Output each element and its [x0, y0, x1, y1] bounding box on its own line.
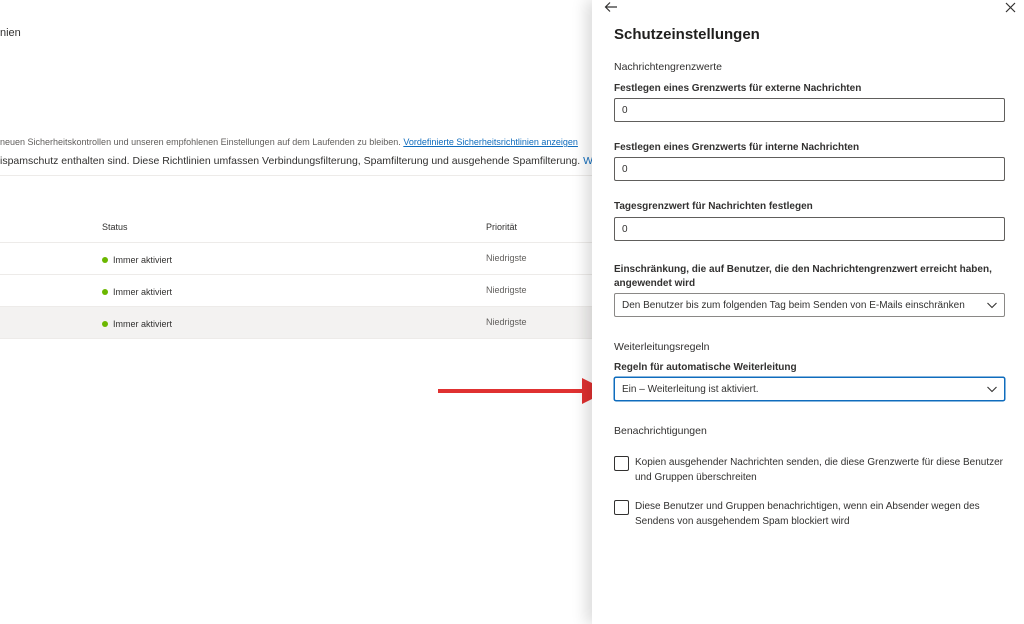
restriction-label: Einschränkung, die auf Benutzer, die den… — [614, 264, 992, 289]
restriction-dropdown[interactable]: Den Benutzer bis zum folgenden Tag beim … — [614, 293, 1005, 317]
restriction-dropdown-value: Den Benutzer bis zum folgenden Tag beim … — [622, 300, 965, 311]
priority-cell: Niedrigste — [486, 285, 527, 295]
column-header-priority[interactable]: Priorität — [486, 222, 517, 232]
notify-blocked-sender-option[interactable]: Diese Benutzer und Gruppen benachrichtig… — [614, 499, 1009, 529]
table-row[interactable]: Immer aktiviert Niedrigste — [0, 307, 592, 339]
table-row[interactable]: Immer aktiviert Niedrigste — [0, 275, 592, 307]
forwarding-label: Regeln für automatische Weiterleitung — [614, 362, 797, 373]
chevron-down-icon — [987, 386, 997, 393]
panel-title: Schutzeinstellungen — [614, 26, 760, 43]
intro-text: neuen Sicherheitskontrollen und unseren … — [0, 137, 578, 147]
external-limit-label: Festlegen eines Grenzwerts für externe N… — [614, 83, 862, 94]
back-button[interactable] — [600, 0, 622, 14]
daily-limit-label: Tagesgrenzwert für Nachrichten festlegen — [614, 201, 813, 212]
external-limit-input[interactable] — [614, 98, 1005, 122]
close-button[interactable] — [1001, 0, 1019, 14]
notify-blocked-sender-label: Diese Benutzer und Gruppen benachrichtig… — [635, 501, 980, 527]
divider — [0, 175, 592, 176]
notify-blocked-sender-checkbox[interactable] — [614, 500, 629, 515]
internal-limit-label: Festlegen eines Grenzwerts für interne N… — [614, 142, 860, 153]
copy-outgoing-messages-label: Kopien ausgehender Nachrichten senden, d… — [635, 457, 1004, 483]
policy-description-body: ispamschutz enthalten sind. Diese Richtl… — [0, 155, 581, 167]
forwarding-dropdown-value: Ein – Weiterleitung ist aktiviert. — [622, 384, 759, 395]
forwarding-dropdown[interactable]: Ein – Weiterleitung ist aktiviert. — [614, 377, 1005, 401]
status-dot-icon — [102, 289, 108, 295]
copy-outgoing-messages-checkbox[interactable] — [614, 456, 629, 471]
section-heading-limits: Nachrichtengrenzwerte — [614, 61, 722, 73]
arrow-left-icon — [604, 2, 617, 12]
internal-limit-input[interactable] — [614, 157, 1005, 181]
status-dot-icon — [102, 321, 108, 327]
status-text: Immer aktiviert — [113, 255, 173, 265]
close-icon — [1005, 2, 1015, 12]
more-link[interactable]: Weit — [583, 155, 592, 167]
intro-text-body: neuen Sicherheitskontrollen und unseren … — [0, 137, 401, 147]
status-text: Immer aktiviert — [113, 319, 173, 329]
protection-settings-panel: Schutzeinstellungen Nachrichtengrenzwert… — [592, 0, 1024, 624]
policy-description: ispamschutz enthalten sind. Diese Richtl… — [0, 155, 592, 167]
page-title-fragment: nien — [0, 27, 21, 39]
preset-policies-link[interactable]: Vordefinierte Sicherheitsrichtlinien anz… — [403, 137, 578, 147]
table-row[interactable]: Immer aktiviert Niedrigste — [0, 243, 592, 275]
status-cell: Immer aktiviert — [102, 287, 172, 297]
copy-outgoing-messages-option[interactable]: Kopien ausgehender Nachrichten senden, d… — [614, 455, 1009, 485]
section-heading-forwarding: Weiterleitungsregeln — [614, 341, 710, 353]
daily-limit-input[interactable] — [614, 217, 1005, 241]
status-dot-icon — [102, 257, 108, 263]
status-cell: Immer aktiviert — [102, 319, 172, 329]
priority-cell: Niedrigste — [486, 317, 527, 327]
section-heading-notifications: Benachrichtigungen — [614, 425, 707, 437]
annotation-arrow-icon — [438, 378, 608, 404]
table-header: Status Priorität — [0, 212, 592, 243]
status-cell: Immer aktiviert — [102, 255, 172, 265]
background-page: nien neuen Sicherheitskontrollen und uns… — [0, 0, 592, 624]
priority-cell: Niedrigste — [486, 253, 527, 263]
chevron-down-icon — [987, 302, 997, 309]
status-text: Immer aktiviert — [113, 287, 173, 297]
column-header-status[interactable]: Status — [102, 222, 128, 232]
